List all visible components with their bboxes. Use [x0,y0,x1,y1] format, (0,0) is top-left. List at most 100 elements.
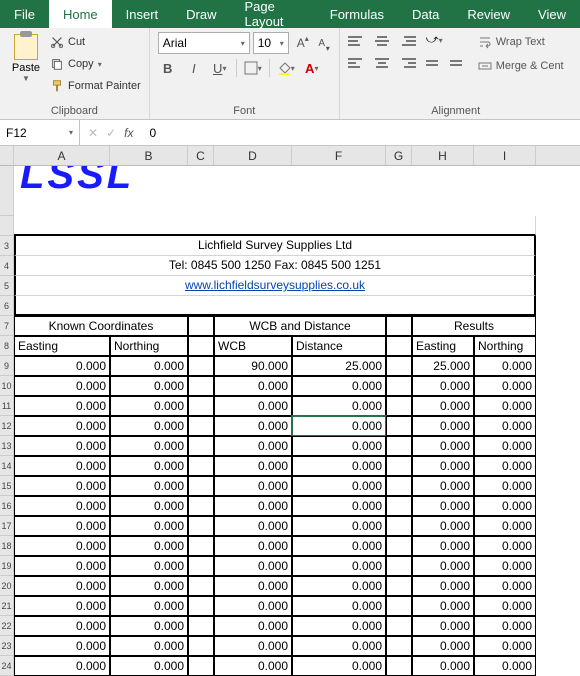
row-header[interactable] [0,216,14,236]
cell[interactable]: 0.000 [214,576,292,596]
row-header[interactable]: 22 [0,616,14,636]
cell[interactable] [386,356,412,376]
cell[interactable]: Northing [110,336,188,356]
cell[interactable]: 0.000 [14,516,110,536]
cell[interactable]: 0.000 [292,376,386,396]
cell[interactable]: 0.000 [214,656,292,676]
cell[interactable]: 0.000 [292,636,386,656]
cell[interactable]: 0.000 [474,576,536,596]
cell[interactable]: 0.000 [214,596,292,616]
cell[interactable]: Easting [412,336,474,356]
italic-button[interactable]: I [184,58,204,78]
fx-icon[interactable]: fx [124,126,133,140]
cell[interactable] [188,536,214,556]
row-header[interactable]: 6 [0,296,14,316]
cell[interactable] [188,456,214,476]
cell[interactable]: 0.000 [474,656,536,676]
row-header[interactable]: 15 [0,476,14,496]
cell[interactable]: 0.000 [292,656,386,676]
cell[interactable] [386,556,412,576]
cell[interactable] [188,336,214,356]
cell[interactable]: 0.000 [474,476,536,496]
cell[interactable]: 0.000 [292,536,386,556]
cell[interactable] [188,596,214,616]
tab-insert[interactable]: Insert [112,0,173,28]
cell[interactable]: 0.000 [412,616,474,636]
cell[interactable]: 0.000 [474,616,536,636]
cell[interactable] [188,376,214,396]
row-header[interactable]: 13 [0,436,14,456]
cell[interactable]: 0.000 [474,556,536,576]
cell[interactable]: 0.000 [110,596,188,616]
cell[interactable]: 0.000 [214,456,292,476]
cell[interactable]: 0.000 [292,396,386,416]
enter-icon[interactable]: ✓ [106,126,116,140]
cell[interactable] [188,436,214,456]
merge-center-button[interactable]: Merge & Cent [478,56,564,76]
cell[interactable] [188,396,214,416]
cell[interactable]: 0.000 [412,576,474,596]
cell[interactable] [386,516,412,536]
tab-formulas[interactable]: Formulas [316,0,398,28]
row-header[interactable]: 23 [0,636,14,656]
cell[interactable] [386,396,412,416]
tab-file[interactable]: File [0,0,49,28]
cut-button[interactable]: Cut [50,32,141,52]
tab-page-layout[interactable]: Page Layout [231,0,316,28]
cell[interactable]: 0.000 [474,596,536,616]
cell[interactable]: 0.000 [214,396,292,416]
worksheet-grid[interactable]: LSSL3Lichfield Survey Supplies Ltd4Tel: … [0,166,580,676]
cell[interactable] [386,436,412,456]
cell[interactable]: 0.000 [474,516,536,536]
font-name-select[interactable]: Arial▾ [158,32,250,54]
cell[interactable]: 0.000 [110,376,188,396]
cell[interactable]: 0.000 [292,516,386,536]
decrease-indent-button[interactable] [426,54,446,72]
tab-draw[interactable]: Draw [172,0,230,28]
col-header-G[interactable]: G [386,146,412,165]
row-header[interactable]: 14 [0,456,14,476]
cell[interactable] [188,656,214,676]
cell[interactable]: 0.000 [14,576,110,596]
cell[interactable]: 0.000 [14,356,110,376]
cell[interactable]: 0.000 [14,656,110,676]
row-header[interactable]: 18 [0,536,14,556]
cell[interactable]: 0.000 [110,656,188,676]
cell[interactable]: 0.000 [292,416,386,436]
row-header[interactable]: 8 [0,336,14,356]
website-link[interactable]: www.lichfieldsurveysupplies.co.uk [185,278,365,292]
col-header-F[interactable]: F [292,146,386,165]
cell[interactable] [386,636,412,656]
cell[interactable]: 0.000 [110,396,188,416]
row-header[interactable]: 11 [0,396,14,416]
cell[interactable]: 0.000 [214,616,292,636]
cancel-icon[interactable]: ✕ [88,126,98,140]
cell[interactable]: 0.000 [412,516,474,536]
cell[interactable]: 0.000 [110,496,188,516]
cell[interactable] [188,616,214,636]
orientation-button[interactable]: ⤻▾ [426,32,443,50]
cell[interactable]: 0.000 [110,516,188,536]
cell[interactable]: 0.000 [214,436,292,456]
cell[interactable] [386,596,412,616]
cell[interactable]: 0.000 [14,596,110,616]
col-header-I[interactable]: I [474,146,536,165]
row-header[interactable]: 19 [0,556,14,576]
cell[interactable]: 0.000 [474,416,536,436]
cell[interactable] [386,496,412,516]
cell[interactable] [386,536,412,556]
cell[interactable]: 0.000 [412,376,474,396]
cell[interactable]: 0.000 [14,616,110,636]
row-header[interactable]: 21 [0,596,14,616]
cell[interactable]: 0.000 [474,456,536,476]
cell[interactable]: 25.000 [412,356,474,376]
cell[interactable]: 0.000 [412,396,474,416]
cell[interactable]: 0.000 [292,476,386,496]
tab-review[interactable]: Review [453,0,524,28]
cell[interactable] [188,636,214,656]
cell[interactable]: 0.000 [110,476,188,496]
cell[interactable]: 0.000 [412,496,474,516]
cell[interactable]: 0.000 [214,516,292,536]
cell[interactable]: 0.000 [412,596,474,616]
underline-button[interactable]: U▾ [210,58,230,78]
